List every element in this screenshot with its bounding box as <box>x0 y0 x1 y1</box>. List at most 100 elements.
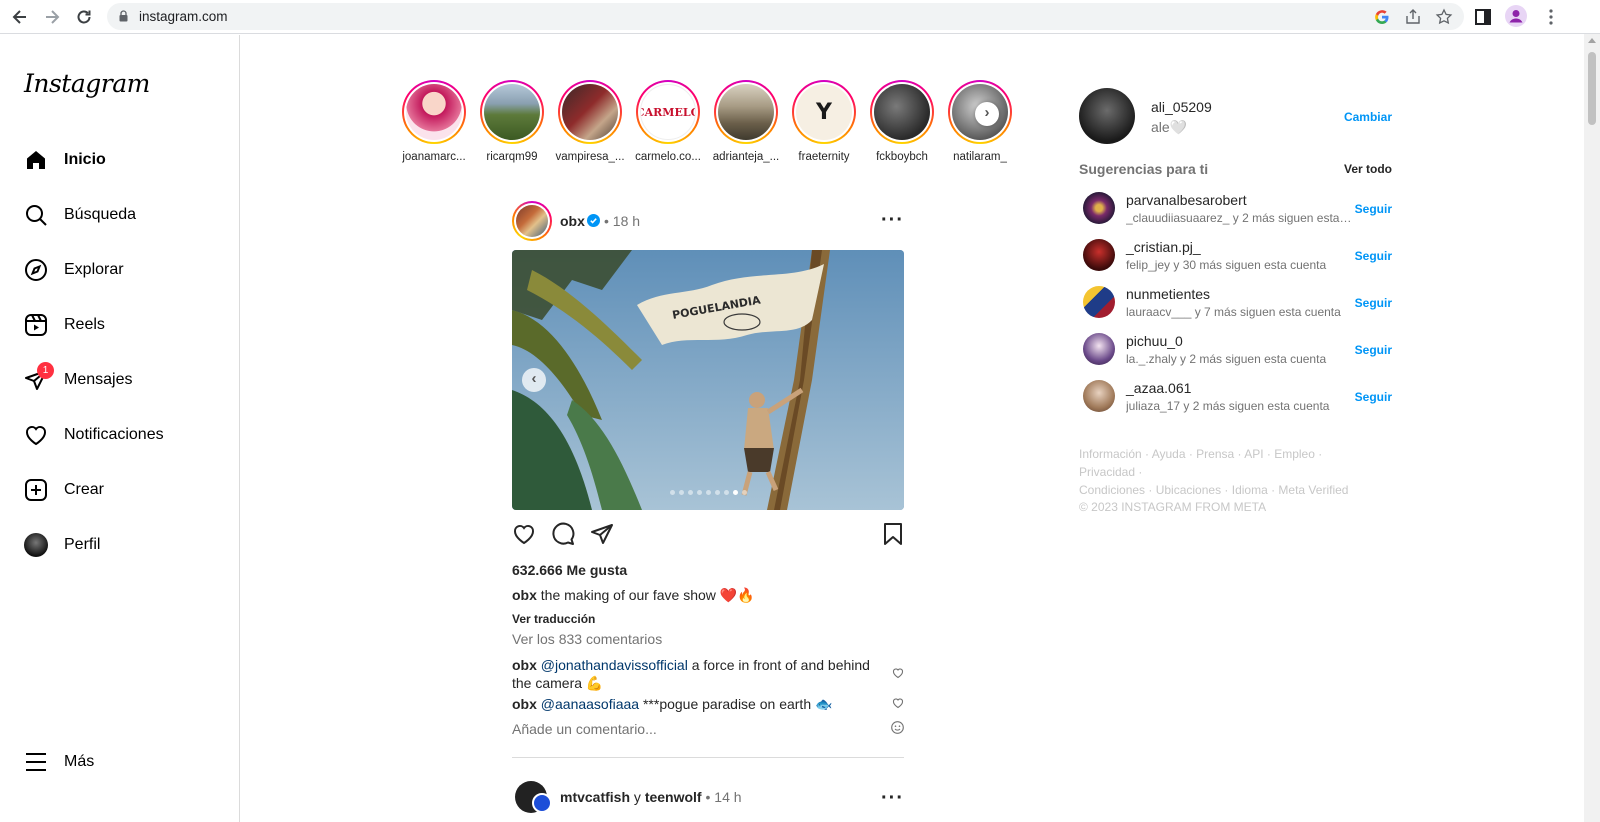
profile-icon[interactable] <box>1505 5 1527 27</box>
suggestion-username[interactable]: parvanalbesarobert <box>1126 192 1247 208</box>
home-icon <box>24 148 48 172</box>
post-username[interactable]: obx <box>560 213 585 229</box>
switch-account-button[interactable]: Cambiar <box>1344 110 1392 124</box>
story-item[interactable]: CARMELO carmelo.co... <box>629 80 707 163</box>
comment-mention[interactable]: @jonathandavissofficial <box>541 657 688 673</box>
comment-icon[interactable] <box>551 522 575 546</box>
story-username: carmelo.co... <box>635 151 701 163</box>
suggestion-username[interactable]: _cristian.pj_ <box>1126 239 1201 255</box>
nav-label: Mensajes <box>64 371 133 388</box>
story-item[interactable]: vampiresa_... <box>551 80 629 163</box>
suggestion-item: nunmetientes lauraacv___ y 7 más siguen … <box>1079 282 1392 322</box>
forward-icon[interactable] <box>42 7 62 27</box>
address-bar[interactable]: instagram.com <box>107 3 1464 30</box>
suggestion-avatar[interactable] <box>1083 380 1115 412</box>
suggestion-username[interactable]: _azaa.061 <box>1126 380 1191 396</box>
story-item[interactable]: fckboybch <box>863 80 941 163</box>
suggestion-avatar[interactable] <box>1083 286 1115 318</box>
post-coauthor-avatar[interactable] <box>532 793 552 813</box>
comment-mention[interactable]: @aanaasofiaaa <box>541 696 639 712</box>
post-author-avatar[interactable] <box>512 201 552 241</box>
like-heart-icon[interactable] <box>512 522 536 546</box>
share-icon[interactable] <box>1404 8 1422 26</box>
nav-more[interactable]: Más <box>12 738 228 786</box>
more-options-icon[interactable]: ··· <box>881 210 904 230</box>
view-comments-link[interactable]: Ver los 833 comentarios <box>512 631 662 647</box>
post-divider <box>512 757 904 758</box>
carousel-dot <box>679 490 684 495</box>
like-count[interactable]: 632.666 Me gusta <box>512 562 627 578</box>
more-options-icon[interactable]: ··· <box>881 788 904 808</box>
nav-search[interactable]: Búsqueda <box>12 191 228 239</box>
comment-like-icon[interactable] <box>892 697 904 709</box>
nav-label: Perfil <box>64 536 101 553</box>
current-username[interactable]: ali_05209 <box>1151 99 1212 115</box>
nav-messages[interactable]: 1 Mensajes <box>12 356 228 404</box>
nav-explore[interactable]: Explorar <box>12 246 228 294</box>
stories-next-button[interactable]: › <box>975 102 999 126</box>
follow-button[interactable]: Seguir <box>1355 249 1392 263</box>
comment-username[interactable]: obx <box>512 696 537 712</box>
follow-button[interactable]: Seguir <box>1355 296 1392 310</box>
unread-badge: 1 <box>37 362 54 379</box>
footer-links-line[interactable]: Condiciones · Ubicaciones · Idioma · Met… <box>1079 481 1379 499</box>
google-icon[interactable] <box>1373 8 1391 26</box>
suggestion-item: pichuu_0 la._.zhaly y 2 más siguen esta … <box>1079 329 1392 369</box>
comment-like-icon[interactable] <box>892 667 904 679</box>
nav-notifications[interactable]: Notificaciones <box>12 411 228 459</box>
suggestion-item: _azaa.061 juliaza_17 y 2 más siguen esta… <box>1079 376 1392 416</box>
add-comment-input[interactable]: Añade un comentario... <box>512 721 657 737</box>
kebab-menu-icon[interactable] <box>1541 7 1561 27</box>
suggestion-avatar[interactable] <box>1083 333 1115 365</box>
comment-username[interactable]: obx <box>512 657 537 673</box>
post-username[interactable]: teenwolf <box>645 789 702 805</box>
nav-home[interactable]: Inicio <box>12 136 228 184</box>
page-scrollbar[interactable] <box>1584 34 1600 822</box>
save-bookmark-icon[interactable] <box>882 522 904 546</box>
suggestion-avatar[interactable] <box>1083 192 1115 224</box>
comment-text: ***pogue paradise on earth 🐟 <box>642 696 833 712</box>
carousel-indicator <box>670 490 747 495</box>
story-item[interactable]: adrianteja_... <box>707 80 785 163</box>
reload-icon[interactable] <box>74 7 94 27</box>
nav-profile[interactable]: Perfil <box>12 521 228 569</box>
nav-reels[interactable]: Reels <box>12 301 228 349</box>
nav-label: Explorar <box>64 261 124 278</box>
instagram-logo[interactable]: Instagram <box>24 69 150 98</box>
story-avatar <box>562 84 618 140</box>
post-image[interactable]: POGUELANDIA ‹ <box>512 250 904 510</box>
see-all-link[interactable]: Ver todo <box>1344 162 1392 176</box>
carousel-dot <box>715 490 720 495</box>
follow-button[interactable]: Seguir <box>1355 390 1392 404</box>
see-translation-link[interactable]: Ver traducción <box>512 612 595 626</box>
story-item[interactable]: Y fraeternity <box>785 80 863 163</box>
story-avatar <box>406 84 462 140</box>
footer-links-line[interactable]: Información · Ayuda · Prensa · API · Emp… <box>1079 445 1379 481</box>
post-username[interactable]: mtvcatfish <box>560 789 630 805</box>
side-panel-icon[interactable] <box>1473 7 1493 27</box>
post-authors: mtvcatfish y teenwolf • 14 h <box>560 789 742 805</box>
suggestion-username[interactable]: nunmetientes <box>1126 286 1210 302</box>
follow-button[interactable]: Seguir <box>1355 343 1392 357</box>
post-time-value: 14 h <box>714 789 742 805</box>
carousel-dot <box>688 490 693 495</box>
suggestion-avatar[interactable] <box>1083 239 1115 271</box>
hamburger-menu-icon <box>24 750 48 774</box>
emoji-icon[interactable] <box>891 721 904 734</box>
share-direct-icon[interactable] <box>590 522 614 546</box>
story-item[interactable]: ricarqm99 <box>473 80 551 163</box>
story-item[interactable]: joanamarc... <box>395 80 473 163</box>
back-icon[interactable] <box>10 7 30 27</box>
bookmark-star-icon[interactable] <box>1435 8 1453 26</box>
follow-button[interactable]: Seguir <box>1355 202 1392 216</box>
carousel-prev-button[interactable]: ‹ <box>522 368 546 392</box>
story-username: fckboybch <box>876 151 928 163</box>
caption-username[interactable]: obx <box>512 587 537 603</box>
nav-create[interactable]: Crear <box>12 466 228 514</box>
scrollbar-thumb[interactable] <box>1588 52 1596 125</box>
scroll-up-arrow[interactable] <box>1588 38 1596 43</box>
post-header: obx • 18 h ··· <box>512 200 904 241</box>
current-user-avatar[interactable] <box>1079 88 1135 144</box>
suggestion-username[interactable]: pichuu_0 <box>1126 333 1183 349</box>
story-username: adrianteja_... <box>712 151 780 163</box>
